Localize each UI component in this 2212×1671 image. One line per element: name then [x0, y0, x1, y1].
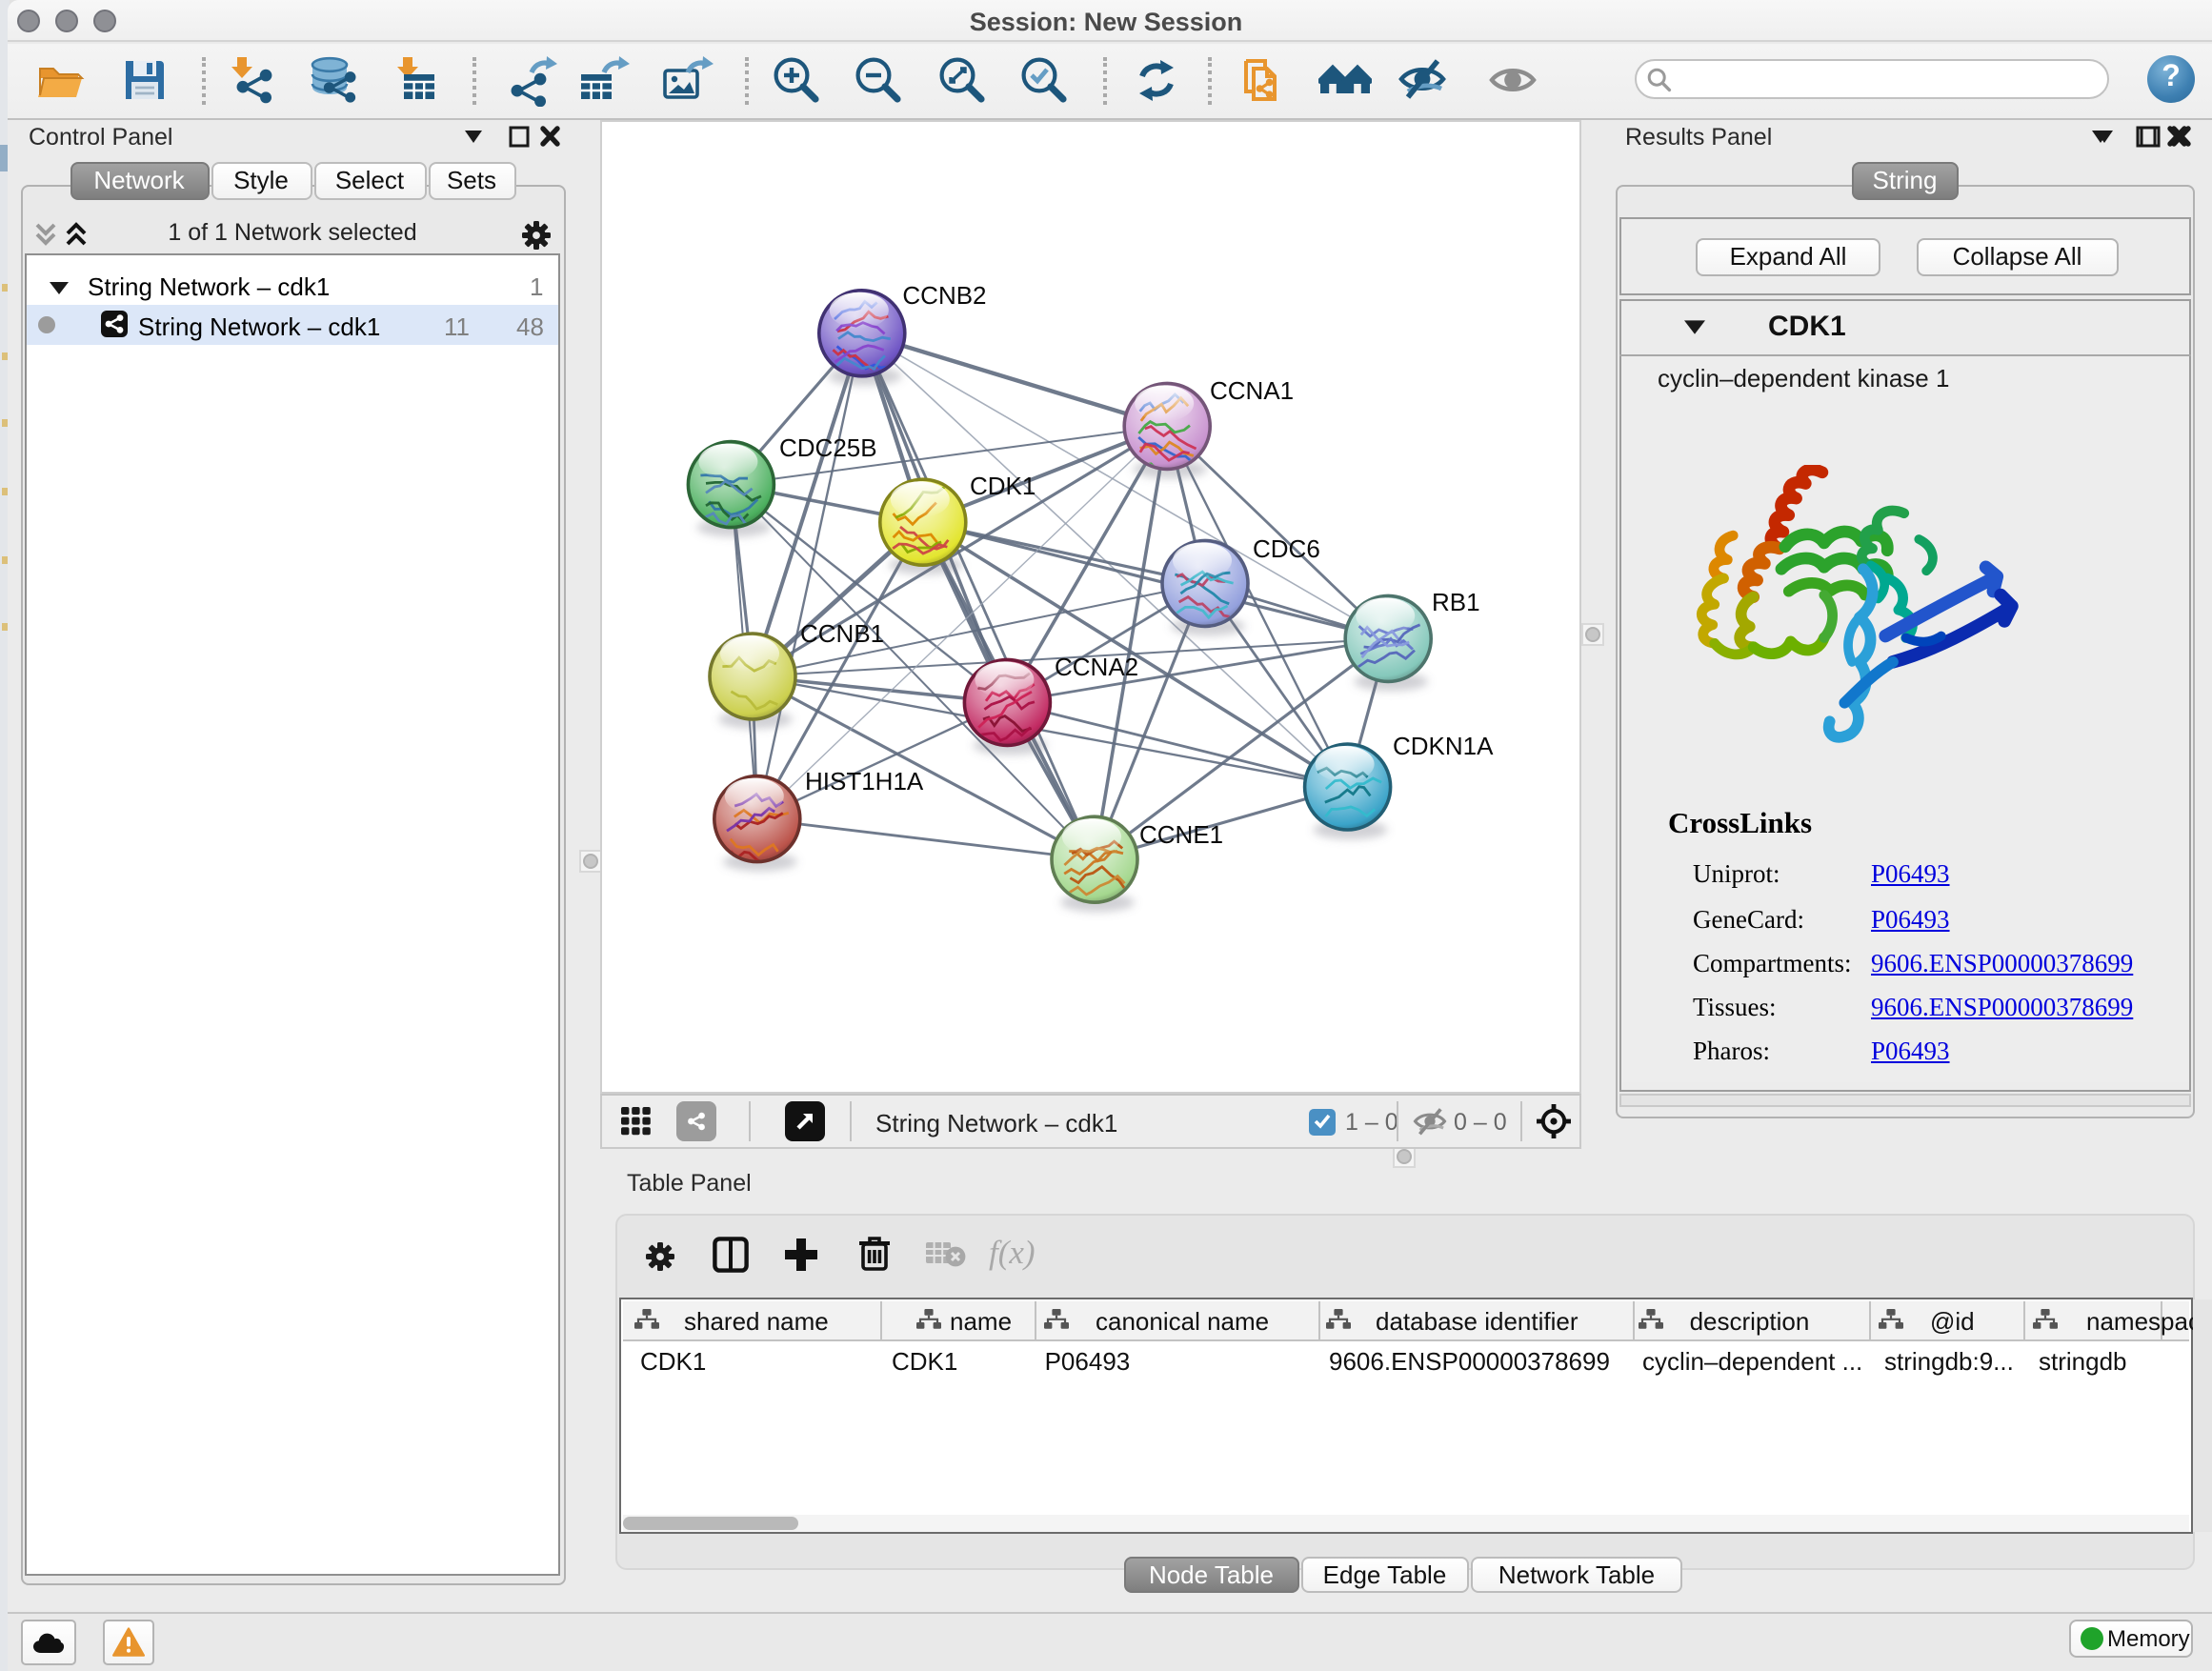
- svg-text:HIST1H1A: HIST1H1A: [805, 766, 924, 795]
- svg-text:CDC6: CDC6: [1253, 534, 1320, 562]
- svg-text:CCNB1: CCNB1: [800, 618, 884, 647]
- svg-text:CCNB2: CCNB2: [902, 280, 986, 309]
- svg-text:CDKN1A: CDKN1A: [1393, 731, 1494, 759]
- svg-text:CCNA1: CCNA1: [1210, 375, 1294, 404]
- svg-text:CCNE1: CCNE1: [1139, 819, 1223, 848]
- svg-text:CDC25B: CDC25B: [779, 433, 877, 461]
- svg-text:CCNA2: CCNA2: [1055, 652, 1138, 680]
- svg-text:CDK1: CDK1: [970, 471, 1036, 499]
- svg-text:RB1: RB1: [1432, 587, 1480, 615]
